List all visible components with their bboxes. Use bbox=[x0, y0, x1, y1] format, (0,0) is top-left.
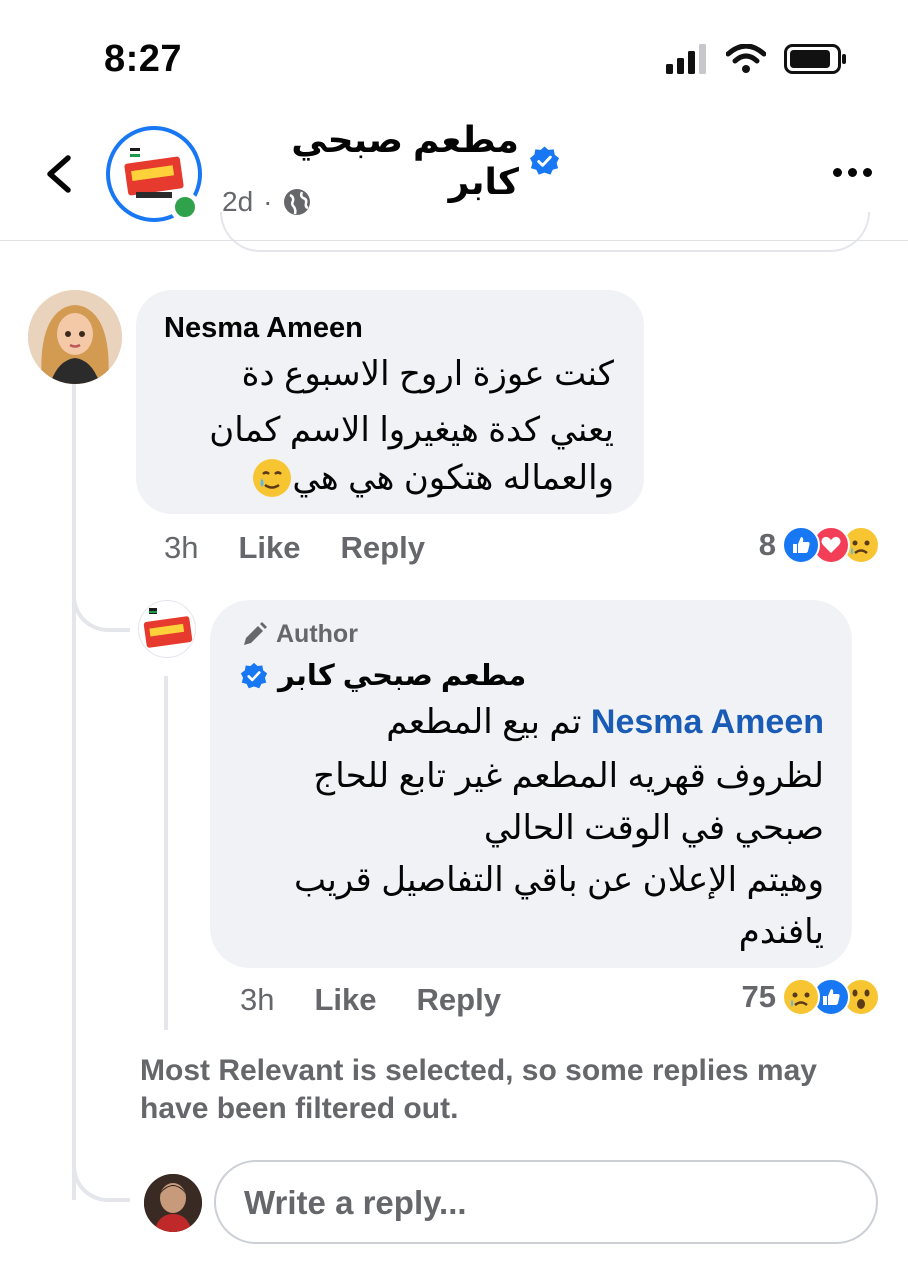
avatar bbox=[144, 1174, 202, 1232]
comment-bubble[interactable]: Nesma Ameen كنت عوزة اروح الاسبوع دة يعن… bbox=[136, 290, 644, 514]
comment-author[interactable]: Nesma Ameen bbox=[164, 312, 363, 345]
comment-actions: 3h Like Reply bbox=[164, 530, 425, 566]
like-button[interactable]: Like bbox=[238, 530, 300, 566]
battery-icon bbox=[784, 44, 846, 74]
verified-badge-icon bbox=[529, 146, 560, 175]
like-reaction-icon bbox=[782, 526, 820, 564]
avatar[interactable] bbox=[28, 290, 122, 384]
reply-text-line: صبحي في الوقت الحالي bbox=[483, 809, 824, 847]
reply-text-segment: تم بيع المطعم bbox=[386, 703, 582, 741]
thread-branch bbox=[72, 1130, 130, 1202]
header-divider bbox=[0, 240, 908, 241]
online-status-indicator bbox=[170, 192, 200, 222]
thread-line bbox=[72, 384, 76, 1200]
reaction-count: 8 bbox=[758, 527, 776, 562]
cellular-signal-icon bbox=[666, 44, 706, 74]
reply-text-line: Nesma Ameen تم بيع المطعم bbox=[386, 702, 824, 742]
more-options-icon[interactable] bbox=[833, 168, 872, 177]
avatar[interactable] bbox=[138, 600, 196, 658]
comment-text-line: يعني كدة هيغيروا الاسم كمان bbox=[209, 411, 614, 449]
reply-author-row[interactable]: مطعم صبحي كابر bbox=[240, 658, 550, 693]
wifi-icon bbox=[726, 44, 766, 73]
reply-time[interactable]: 3h bbox=[240, 982, 274, 1018]
smiling-tear-emoji-icon bbox=[253, 459, 292, 497]
status-icons bbox=[666, 44, 848, 74]
reaction-count: 75 bbox=[741, 979, 776, 1014]
reply-input-placeholder: Write a reply... bbox=[244, 1184, 467, 1221]
reply-bubble[interactable]: Author مطعم صبحي كابر Nesma Ameen تم بيع… bbox=[210, 600, 852, 968]
comment-text-line: كنت عوزة اروح الاسبوع دة bbox=[241, 355, 614, 393]
previous-comment-edge bbox=[220, 212, 870, 252]
back-chevron-icon[interactable] bbox=[40, 152, 80, 196]
page-title[interactable]: مطعم صبحي كابر bbox=[220, 119, 560, 202]
reply-text-line: لظروف قهريه المطعم غير تابع للحاج bbox=[313, 757, 824, 795]
reaction-summary[interactable]: 75 bbox=[742, 978, 880, 1016]
author-badge: Author bbox=[240, 620, 358, 649]
reply-input[interactable]: Write a reply... bbox=[214, 1160, 878, 1244]
verified-badge-icon bbox=[240, 662, 268, 688]
author-badge-label: Author bbox=[276, 620, 358, 648]
reaction-summary[interactable]: 8 bbox=[759, 526, 880, 564]
reply-text-line: يافندم bbox=[738, 913, 824, 951]
reply-text-line: وهيتم الإعلان عن باقي التفاصيل قريب bbox=[293, 861, 824, 899]
comment-text-line-wrap: والعماله هتكون هي هي bbox=[240, 458, 614, 498]
pencil-icon bbox=[244, 621, 267, 645]
filter-notice: Most Relevant is selected, so some repli… bbox=[140, 1054, 817, 1125]
reply-button[interactable]: Reply bbox=[417, 982, 501, 1018]
reply-author[interactable]: مطعم صبحي كابر bbox=[278, 658, 526, 693]
sad-reaction-icon bbox=[782, 978, 820, 1016]
comment-time[interactable]: 3h bbox=[164, 530, 198, 566]
reply-button[interactable]: Reply bbox=[341, 530, 425, 566]
status-time: 8:27 bbox=[104, 38, 183, 80]
like-button[interactable]: Like bbox=[314, 982, 376, 1018]
thread-line bbox=[164, 676, 168, 1030]
thread-branch bbox=[72, 560, 130, 632]
comment-text-line: والعماله هتكون هي هي bbox=[292, 459, 614, 497]
reply-actions: 3h Like Reply bbox=[240, 982, 501, 1018]
mention-link[interactable]: Nesma Ameen bbox=[591, 703, 824, 741]
